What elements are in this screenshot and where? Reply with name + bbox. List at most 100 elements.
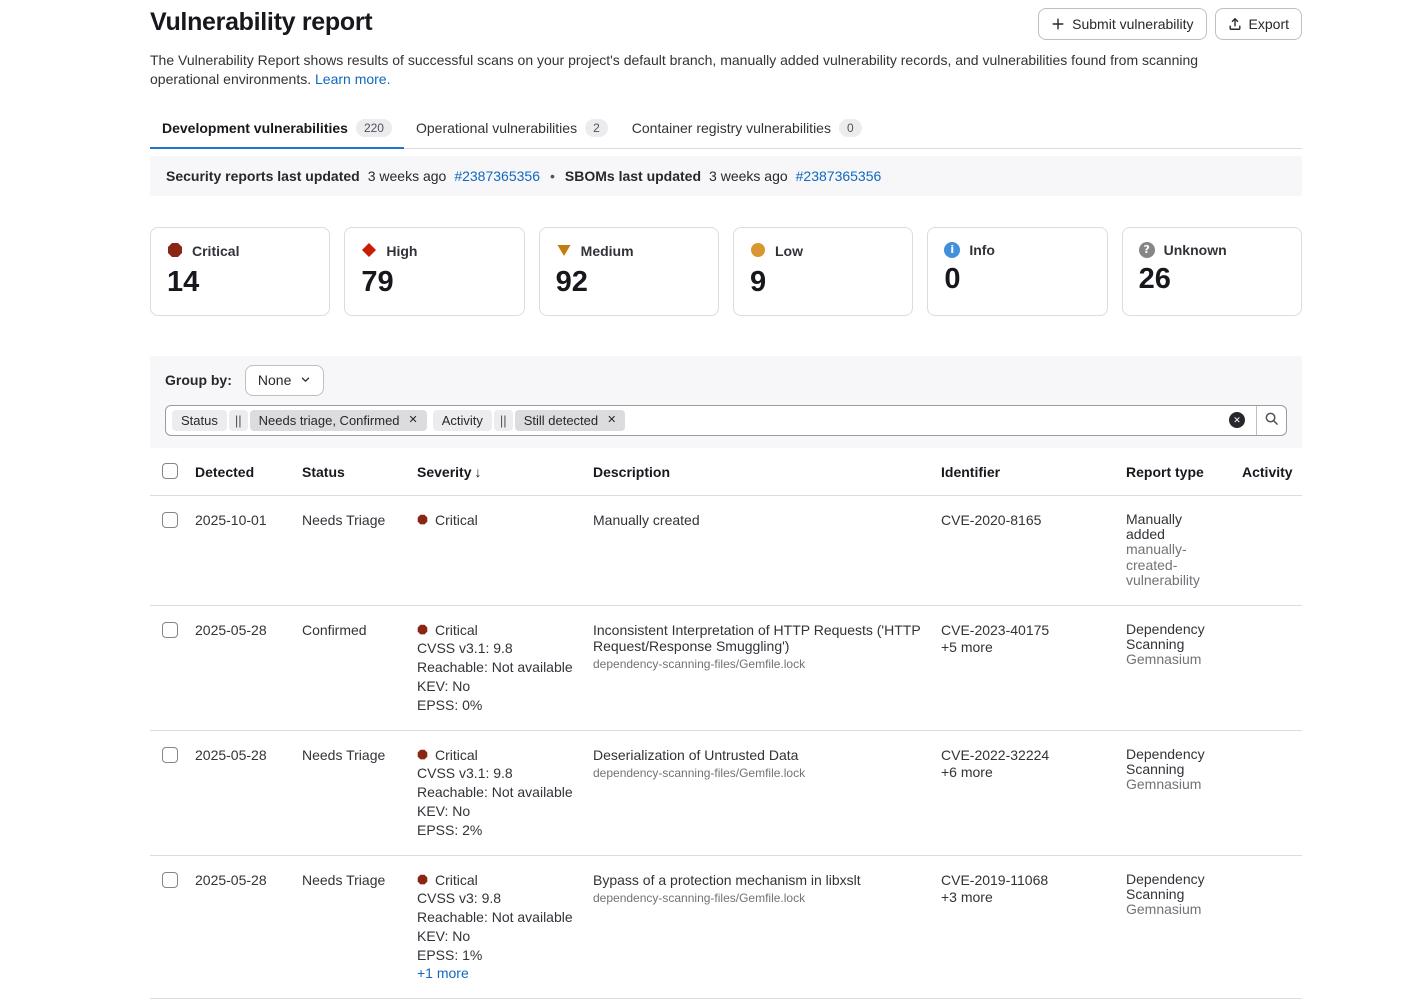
table-row[interactable]: 2025-05-28 Needs Triage Critical CVSS v3…: [150, 856, 1302, 999]
vulnerability-report-page: Vulnerability report Submit vulnerabilit…: [150, 0, 1302, 999]
chevron-down-icon: [300, 372, 311, 388]
severity-card-label: Info: [969, 242, 995, 258]
severity-summary-cards: Critical 14 High 79 Medium 92: [150, 227, 1302, 316]
tab-container-registry-vulnerabilities[interactable]: Container registry vulnerabilities 0: [620, 110, 874, 148]
row-identifier: CVE-2019-11068: [941, 872, 1114, 889]
row-status: Needs Triage: [302, 512, 417, 589]
filter-band: Group by: None Status || Needs triage, C…: [150, 356, 1302, 448]
row-detected: 2025-05-28: [195, 747, 302, 839]
clear-filters-icon[interactable]: ✕: [1229, 412, 1245, 428]
reports-pipeline-link[interactable]: #2387365356: [454, 168, 540, 184]
page-header: Vulnerability report Submit vulnerabilit…: [150, 0, 1302, 40]
table-row[interactable]: 2025-05-28 Needs Triage Critical CVSS v3…: [150, 731, 1302, 856]
tab-label: Operational vulnerabilities: [416, 120, 577, 136]
row-checkbox[interactable]: [162, 622, 178, 638]
row-activity: [1242, 747, 1302, 839]
group-by-value: None: [258, 372, 291, 388]
row-detected: 2025-10-01: [195, 512, 302, 589]
filter-token-activity[interactable]: Activity || Still detected ✕: [433, 410, 626, 431]
vulnerability-title-link[interactable]: Inconsistent Interpretation of HTTP Requ…: [593, 622, 929, 654]
table-header: Detected Status Severity↓ Description Id…: [150, 448, 1302, 496]
identifier-more: +6 more: [941, 764, 1114, 781]
severity-high-icon: [361, 242, 377, 261]
export-label: Export: [1249, 16, 1289, 32]
header-description: Description: [593, 464, 941, 481]
header-severity[interactable]: Severity↓: [417, 464, 593, 481]
row-activity: [1242, 872, 1302, 983]
search-button[interactable]: [1256, 406, 1286, 435]
row-checkbox[interactable]: [162, 747, 178, 763]
export-icon: [1228, 17, 1242, 31]
token-close-icon[interactable]: ✕: [409, 412, 418, 429]
token-value[interactable]: Still detected ✕: [515, 410, 626, 431]
severity-card-label: Low: [775, 243, 803, 259]
vulnerability-title-link[interactable]: Deserialization of Untrusted Data: [593, 747, 929, 763]
submit-vulnerability-button[interactable]: Submit vulnerability: [1038, 8, 1206, 40]
learn-more-link[interactable]: Learn more.: [315, 71, 390, 87]
filtered-search-input[interactable]: Status || Needs triage, Confirmed ✕ Acti…: [165, 405, 1287, 436]
tab-operational-vulnerabilities[interactable]: Operational vulnerabilities 2: [404, 110, 620, 148]
token-operator[interactable]: ||: [494, 410, 513, 431]
row-report-tool: manually-created-vulnerability: [1126, 542, 1214, 588]
page-title: Vulnerability report: [150, 8, 372, 37]
row-detected: 2025-05-28: [195, 872, 302, 983]
export-button[interactable]: Export: [1215, 8, 1302, 40]
row-severity-label: Critical: [435, 872, 478, 889]
severity-critical-icon: [417, 622, 428, 639]
severity-card-label: Unknown: [1164, 242, 1227, 258]
sbom-updated-time: 3 weeks ago: [709, 168, 788, 184]
row-detected: 2025-05-28: [195, 622, 302, 714]
severity-card-info: i Info 0: [927, 227, 1107, 316]
table-row[interactable]: 2025-05-28 Confirmed Critical CVSS v3.1:…: [150, 606, 1302, 731]
token-value-text: Needs triage, Confirmed: [259, 412, 400, 429]
row-report-tool: Gemnasium: [1126, 652, 1214, 667]
table-row[interactable]: 2025-10-01 Needs Triage Critical Manuall…: [150, 496, 1302, 606]
group-by-dropdown[interactable]: None: [245, 365, 324, 396]
token-operator[interactable]: ||: [229, 410, 248, 431]
token-close-icon[interactable]: ✕: [607, 412, 616, 429]
reports-updated-label: Security reports last updated: [166, 168, 360, 184]
severity-details: CVSS v3.1: 9.8 Reachable: Not available …: [417, 640, 581, 713]
row-checkbox[interactable]: [162, 512, 178, 528]
severity-detail: KEV: No: [417, 678, 581, 695]
severity-card-count: 92: [556, 266, 702, 299]
row-report-type: Dependency Scanning: [1126, 622, 1214, 653]
tab-development-vulnerabilities[interactable]: Development vulnerabilities 220: [150, 110, 404, 149]
vulnerability-title-link[interactable]: Manually created: [593, 512, 929, 528]
severity-info-icon: i: [944, 242, 960, 258]
severity-card-label: Medium: [581, 243, 634, 259]
sbom-pipeline-link[interactable]: #2387365356: [796, 168, 882, 184]
sbom-updated-label: SBOMs last updated: [565, 168, 701, 184]
severity-low-icon: [750, 242, 766, 261]
row-identifier: CVE-2022-32224: [941, 747, 1114, 764]
header-activity: Activity: [1242, 464, 1302, 481]
row-checkbox[interactable]: [162, 872, 178, 888]
select-all-checkbox[interactable]: [162, 463, 178, 479]
row-status: Confirmed: [302, 622, 417, 714]
row-identifier: CVE-2020-8165: [941, 512, 1126, 589]
severity-more-link[interactable]: +1 more: [417, 965, 581, 982]
vulnerability-title-link[interactable]: Bypass of a protection mechanism in libx…: [593, 872, 929, 888]
submit-vulnerability-label: Submit vulnerability: [1072, 16, 1193, 32]
severity-critical-icon: [417, 512, 428, 529]
header-report-type: Report type: [1126, 464, 1242, 481]
vulnerability-location: dependency-scanning-files/Gemfile.lock: [593, 766, 929, 780]
identifier-more: +5 more: [941, 639, 1114, 656]
tab-label: Development vulnerabilities: [162, 120, 348, 136]
row-severity-label: Critical: [435, 512, 478, 529]
severity-detail: CVSS v3.1: 9.8: [417, 765, 581, 782]
filter-token-status[interactable]: Status || Needs triage, Confirmed ✕: [172, 410, 427, 431]
severity-detail: EPSS: 0%: [417, 697, 581, 714]
severity-detail: KEV: No: [417, 928, 581, 945]
header-severity-label: Severity: [417, 464, 471, 480]
filter-tokens: Status || Needs triage, Confirmed ✕ Acti…: [166, 410, 1229, 431]
token-value[interactable]: Needs triage, Confirmed ✕: [250, 410, 427, 431]
severity-card-count: 0: [944, 263, 1090, 296]
row-report-type: Manually added: [1126, 512, 1214, 543]
severity-card-unknown: ? Unknown 26: [1122, 227, 1302, 316]
token-name[interactable]: Activity: [433, 410, 492, 431]
token-name[interactable]: Status: [172, 410, 227, 431]
tab-count-badge: 2: [585, 119, 608, 137]
plus-icon: [1051, 17, 1065, 31]
header-identifier: Identifier: [941, 464, 1126, 481]
